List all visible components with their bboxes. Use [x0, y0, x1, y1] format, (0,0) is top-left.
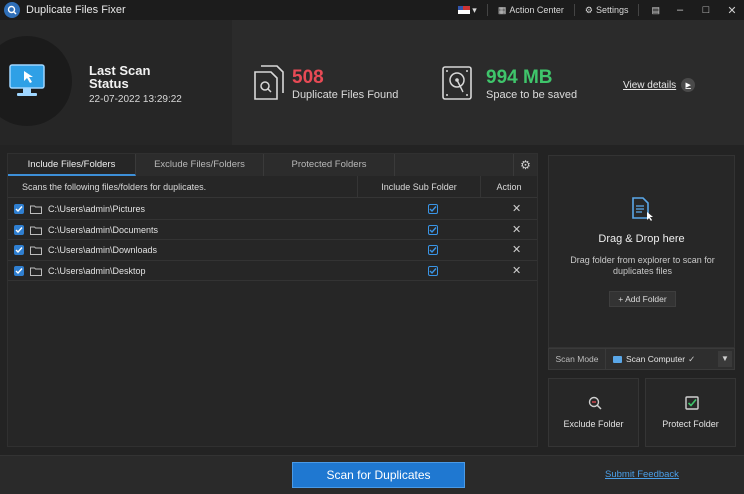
include-sub-folder-checkbox[interactable] [428, 245, 438, 255]
table-row[interactable]: C:\Users\admin\Desktop ✕ [8, 261, 537, 281]
tab-exclude-folders[interactable]: Exclude Files/Folders [136, 154, 264, 176]
divider [486, 4, 488, 16]
remove-icon[interactable]: ✕ [512, 202, 521, 215]
folder-icon [30, 246, 42, 258]
select-checkbox[interactable] [14, 265, 24, 276]
exclude-folder-button[interactable]: Exclude Folder [548, 378, 639, 447]
view-details-link[interactable]: View details ▶ [623, 78, 696, 92]
scan-mode-selector[interactable]: Scan Mode Scan Computer ✓ ▼ [548, 348, 735, 370]
include-sub-folder-checkbox[interactable] [428, 204, 438, 214]
folders-panel: Include Files/Folders Exclude Files/Fold… [7, 153, 538, 447]
gear-icon: ⚙ [584, 4, 593, 15]
include-sub-folder-checkbox[interactable] [428, 224, 438, 235]
close-button[interactable]: ✕ [720, 4, 744, 17]
action-center-button[interactable]: ▦ Action Center [498, 5, 564, 16]
submit-feedback-link[interactable]: Submit Feedback [605, 469, 679, 480]
app-title: Duplicate Files Fixer [26, 4, 126, 16]
action-center-label: Action Center [509, 5, 564, 15]
grid-icon: ▦ [497, 4, 507, 15]
table-row[interactable]: C:\Users\admin\Pictures ✕ [8, 199, 537, 220]
header-action: Action [496, 182, 522, 192]
footer-bar: Scan for Duplicates Submit Feedback [0, 455, 744, 494]
toolbox-icon: ▤ [651, 4, 660, 15]
scan-mode-selected: Scan Computer [626, 354, 686, 364]
drop-description: Drag folder from explorer to scan for du… [570, 255, 715, 276]
table-row[interactable]: C:\Users\admin\Downloads ✕ [8, 240, 537, 261]
duplicate-files-icon [252, 64, 286, 105]
chevron-down-icon: ▾ [472, 4, 477, 15]
folder-path: C:\Users\admin\Pictures [48, 204, 146, 214]
remove-icon[interactable]: ✕ [512, 264, 521, 277]
folder-tabs: Include Files/Folders Exclude Files/Fold… [8, 154, 537, 176]
folder-path: C:\Users\admin\Documents [48, 224, 159, 235]
header-include-sub-folder: Include Sub Folder [357, 176, 481, 198]
include-sub-folder-checkbox[interactable] [428, 265, 438, 276]
checkbox-shield-icon [685, 396, 699, 413]
remove-icon[interactable]: ✕ [512, 243, 521, 256]
exclude-folder-label: Exclude Folder [563, 419, 624, 429]
drag-drop-area[interactable]: Drag & Drop here Drag folder from explor… [548, 155, 735, 348]
add-folder-button[interactable]: + Add Folder [609, 291, 676, 307]
hard-drive-icon [441, 65, 473, 104]
view-details-label: View details [623, 79, 677, 91]
last-scan-panel: Last Scan Status 22-07-2022 13:29:22 [0, 20, 232, 145]
folder-icon [30, 205, 42, 217]
space-saved-value: 994 MB [486, 67, 553, 88]
gear-icon[interactable]: ⚙ [513, 154, 537, 176]
select-checkbox[interactable] [14, 245, 24, 255]
computer-icon [613, 355, 622, 363]
tab-include-folders[interactable]: Include Files/Folders [8, 154, 136, 176]
document-drop-icon [627, 194, 655, 225]
duplicates-label: Duplicate Files Found [292, 89, 399, 101]
last-scan-title: Last Scan Status [89, 63, 151, 91]
divider [573, 4, 575, 16]
minimize-button[interactable]: – [668, 4, 692, 16]
scan-mode-label: Scan Mode [549, 349, 606, 369]
play-arrow-icon: ▶ [681, 78, 696, 92]
scan-summary-header: Last Scan Status 22-07-2022 13:29:22 508… [0, 20, 744, 145]
table-row[interactable]: C:\Users\admin\Documents ✕ [8, 220, 537, 240]
remove-icon[interactable]: ✕ [512, 223, 521, 236]
select-checkbox[interactable] [14, 204, 24, 214]
divider [638, 4, 640, 16]
search-folder-icon [588, 396, 602, 413]
folder-path: C:\Users\admin\Desktop [48, 265, 146, 276]
folder-list: C:\Users\admin\Pictures ✕ C:\Users\admin… [8, 199, 537, 281]
title-bar: Duplicate Files Fixer ▾ ▦ Action Center … [0, 0, 744, 20]
settings-button[interactable]: ⚙ Settings [585, 5, 629, 16]
settings-label: Settings [595, 5, 629, 15]
folder-path: C:\Users\admin\Downloads [48, 245, 158, 255]
check-icon: ✓ [688, 353, 696, 364]
toolbox-button[interactable]: ▤ [651, 5, 660, 16]
monitor-icon [0, 36, 72, 126]
scan-for-duplicates-button[interactable]: Scan for Duplicates [292, 462, 465, 488]
app-logo-icon [4, 2, 20, 18]
drop-title: Drag & Drop here [598, 233, 685, 245]
language-selector[interactable]: ▾ [458, 5, 477, 16]
maximize-button[interactable]: □ [694, 4, 718, 16]
scan-mode-value: Scan Computer ✓ [613, 354, 695, 365]
tab-protected-folders[interactable]: Protected Folders [264, 154, 395, 176]
select-checkbox[interactable] [14, 224, 24, 235]
space-saved-label: Space to be saved [486, 89, 578, 101]
duplicates-count: 508 [292, 67, 324, 88]
header-path: Scans the following files/folders for du… [22, 182, 207, 192]
folder-icon [30, 226, 42, 238]
chevron-down-icon[interactable]: ▼ [718, 351, 732, 367]
folder-icon [30, 267, 42, 279]
protect-folder-label: Protect Folder [662, 419, 719, 429]
us-flag-icon [458, 6, 471, 14]
table-header: Scans the following files/folders for du… [8, 176, 537, 198]
protect-folder-button[interactable]: Protect Folder [645, 378, 736, 447]
last-scan-date: 22-07-2022 13:29:22 [89, 94, 182, 105]
